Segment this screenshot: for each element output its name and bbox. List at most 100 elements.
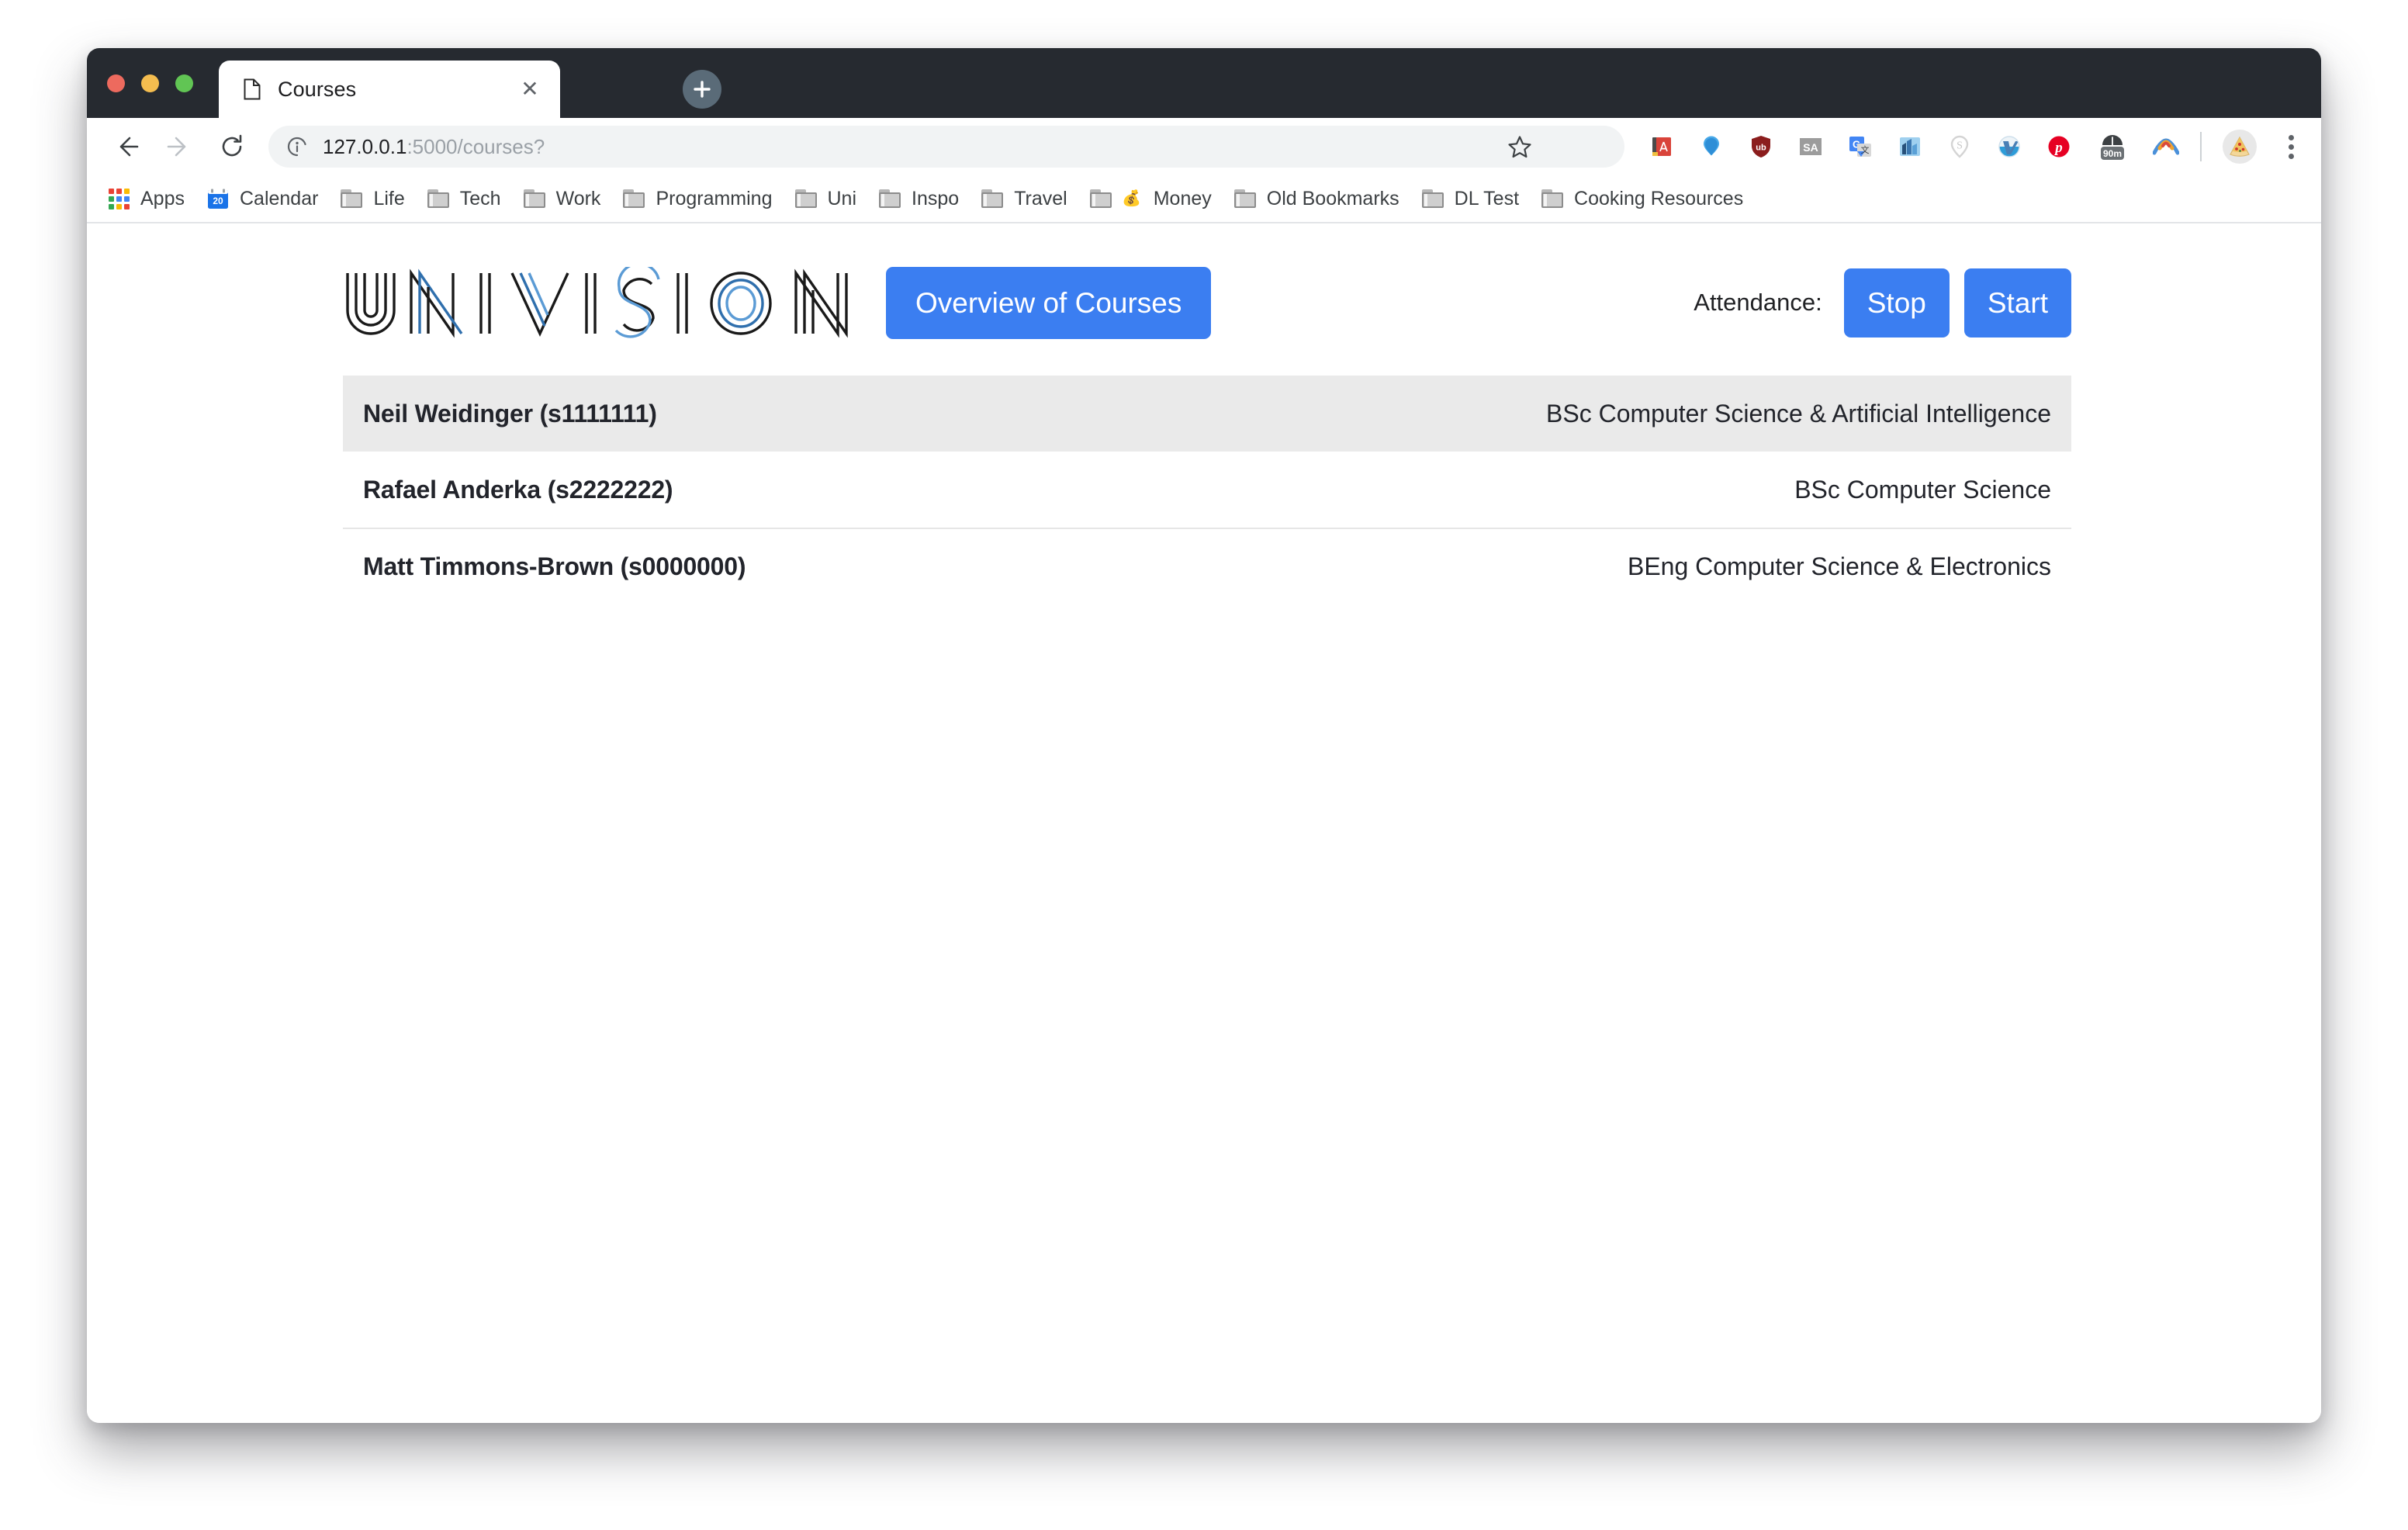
folder-icon [1541,187,1564,210]
bookmark-label: Tech [460,188,501,210]
document-icon [244,78,261,100]
bookmark-label: Uni [828,188,857,210]
new-tab-button[interactable] [683,70,721,109]
logo-letter-I3 [678,273,687,334]
chrome-menu-icon[interactable] [2273,126,2309,167]
bookmark-money[interactable]: 💰 Money [1089,181,1212,216]
folder-icon [340,187,363,210]
extension-icons: ub SA G 文 [1637,130,2268,164]
logo-letter-I [481,273,490,334]
bookmark-label: Cooking Resources [1574,188,1743,210]
sa-extension-icon[interactable]: SA [1797,133,1824,160]
bookmark-label: Money [1154,188,1212,210]
bookmark-uni[interactable]: Uni [794,181,857,216]
student-row[interactable]: Neil Weidinger (s1111111) BSc Computer S… [343,376,2071,452]
svg-text:文: 文 [1861,144,1870,155]
boomerang-extension-icon[interactable] [2153,133,2179,160]
overview-of-courses-button[interactable]: Overview of Courses [886,267,1211,339]
folder-icon [1421,187,1444,210]
student-row[interactable]: Matt Timmons-Brown (s0000000) BEng Compu… [343,528,2071,604]
bookmark-old-bookmarks[interactable]: Old Bookmarks [1233,181,1399,216]
tab-title: Courses [278,78,517,102]
bookmark-life[interactable]: Life [340,181,404,216]
bookmark-travel[interactable]: Travel [981,181,1067,216]
attendance-stop-button[interactable]: Stop [1844,268,1950,338]
svg-text:ub: ub [1756,144,1766,153]
student-name: Neil Weidinger (s1111111) [363,400,657,428]
folder-icon [1089,187,1112,210]
address-bar[interactable]: 127.0.0.1:5000/courses? [268,126,1624,168]
page-header: Overview of Courses Attendance: Stop Sta… [343,223,2071,365]
dictionary-extension-icon[interactable] [1649,133,1675,160]
attendance-label: Attendance: [1694,289,1822,317]
bookmark-label: Life [373,188,404,210]
folder-icon [622,187,645,210]
bookmark-label: Apps [140,188,185,210]
ublock-origin-extension-icon[interactable]: ub [1748,133,1774,160]
student-row[interactable]: Rafael Anderka (s2222222) BSc Computer S… [343,452,2071,528]
window-close-button[interactable] [107,74,125,92]
google-translate-extension-icon[interactable]: G 文 [1847,133,1873,160]
toolbar-divider [2200,132,2202,161]
forward-icon[interactable] [157,124,202,169]
dollar-pin-extension-icon[interactable]: S [1946,133,1973,160]
folder-icon [523,187,546,210]
folder-icon [794,187,818,210]
svg-text:20: 20 [213,196,223,206]
svg-text:SA: SA [1803,141,1818,154]
url-path: :5000/courses? [407,135,545,158]
folder-icon [1233,187,1257,210]
reload-icon[interactable] [209,124,254,169]
money-bag-icon: 💰 [1120,187,1143,210]
window-traffic-lights [107,74,193,92]
bookmark-tech[interactable]: Tech [427,181,501,216]
univision-logo [343,267,886,338]
bookmark-label: Old Bookmarks [1267,188,1399,210]
calendar-icon: 20 [206,187,230,210]
folder-icon [878,187,901,210]
pizza-avatar-icon[interactable] [2223,130,2257,164]
bookmark-label: Work [556,188,601,210]
bookmark-label: Inspo [912,188,959,210]
logo-letter-U [348,273,394,334]
bookmark-label: Programming [656,188,772,210]
vimeo-extension-icon[interactable] [1996,133,2022,160]
url-host: 127.0.0.1 [323,135,407,158]
bookmark-dl-test[interactable]: DL Test [1421,181,1519,216]
student-course: BSc Computer Science & Artificial Intell… [1546,400,2051,428]
folder-icon [427,187,450,210]
timer-extension-icon[interactable]: 90m [2095,133,2129,160]
bookmark-apps[interactable]: Apps [107,181,185,216]
gem-extension-icon[interactable] [1698,133,1725,160]
logo-letter-O [711,273,770,334]
attendance-controls: Attendance: Stop Start [1694,268,2071,338]
folder-icon [981,187,1004,210]
bookmark-cooking-resources[interactable]: Cooking Resources [1541,181,1743,216]
bookmark-calendar[interactable]: 20 Calendar [206,181,318,216]
bookmark-work[interactable]: Work [523,181,601,216]
close-icon[interactable]: ✕ [517,76,543,102]
pinterest-extension-icon[interactable]: p [2046,133,2072,160]
window-maximize-button[interactable] [175,74,193,92]
student-course: BSc Computer Science [1794,476,2051,504]
back-icon[interactable] [104,124,149,169]
info-circle-icon[interactable] [285,135,309,158]
student-name: Matt Timmons-Brown (s0000000) [363,552,746,581]
browser-window: Courses ✕ [87,48,2321,1423]
attendance-start-button[interactable]: Start [1964,268,2071,338]
tab-strip: Courses ✕ [87,48,2321,118]
star-icon[interactable] [1498,125,1541,168]
logo-letter-I2 [586,273,595,334]
bookmarks-bar: Apps 20 Calendar Life Tech [87,175,2321,223]
window-minimize-button[interactable] [141,74,159,92]
bookmark-programming[interactable]: Programming [622,181,772,216]
plus-icon [692,79,712,99]
grammar-extension-icon[interactable] [1897,133,1923,160]
svg-text:S: S [1956,140,1963,152]
student-name: Rafael Anderka (s2222222) [363,476,673,504]
logo-letter-V [512,273,568,334]
browser-tab-courses[interactable]: Courses ✕ [219,61,560,118]
apps-grid-icon [107,187,130,210]
bookmark-inspo[interactable]: Inspo [878,181,959,216]
logo-letter-S [616,267,659,337]
